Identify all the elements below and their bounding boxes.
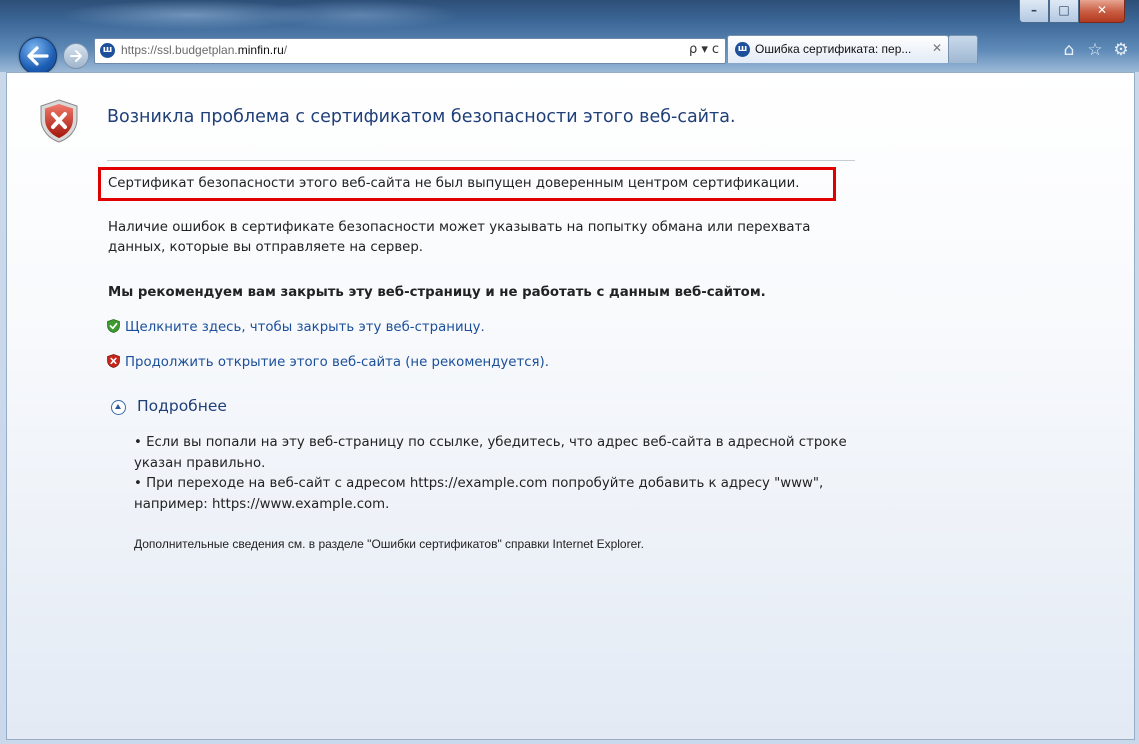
window-controls: – □ ✕ (1019, 0, 1125, 24)
recommendation-text: Мы рекомендуем вам закрыть эту веб-стран… (108, 285, 766, 300)
browser-tools: ⌂ ☆ ⚙ (1059, 40, 1131, 60)
dropdown-icon[interactable]: ▾ (701, 42, 708, 57)
address-bar[interactable]: ш https://ssl.budgetplan.minfin.ru/ ρ ▾ ᴄ (94, 38, 726, 64)
tab-label: Ошибка сертификата: пер... (755, 42, 912, 56)
url-text[interactable]: https://ssl.budgetplan.minfin.ru/ (121, 43, 287, 57)
details-label: Подробнее (137, 397, 227, 415)
continue-to-site-link[interactable]: Продолжить открытие этого веб-сайта (не … (125, 355, 549, 370)
shield-error-icon (107, 354, 120, 368)
close-page-link[interactable]: Щелкните здесь, чтобы закрыть эту веб-ст… (125, 320, 485, 335)
list-item: • Если вы попали на эту веб-страницу по … (134, 435, 847, 471)
details-list: • Если вы попали на эту веб-страницу по … (134, 433, 854, 515)
cert-error-message: Сертификат безопасности этого веб-сайта … (108, 176, 800, 191)
new-tab-button[interactable] (948, 35, 978, 63)
tab-certificate-error[interactable]: ш Ошибка сертификата: пер... ✕ (727, 35, 949, 63)
collapse-circle-icon (111, 400, 126, 415)
tab-close-icon[interactable]: ✕ (932, 41, 942, 55)
back-arrow-icon (27, 46, 49, 66)
minimize-button[interactable]: – (1019, 0, 1049, 23)
url-host: minfin.ru (237, 43, 284, 57)
list-item: • При переходе на веб-сайт с адресом htt… (134, 476, 824, 512)
refresh-icon[interactable]: ᴄ (712, 42, 719, 57)
titlebar-glow (260, 0, 460, 30)
page-title: Возникла проблема с сертификатом безопас… (107, 107, 736, 127)
settings-gear-icon[interactable]: ⚙ (1111, 40, 1131, 60)
site-favicon-icon: ш (100, 43, 115, 58)
tab-favicon-icon: ш (735, 42, 750, 57)
shield-check-icon (107, 319, 120, 333)
maximize-button[interactable]: □ (1049, 0, 1079, 23)
url-prefix: https://ssl.budgetplan. (121, 43, 238, 57)
back-button[interactable] (19, 37, 57, 75)
shield-error-icon (40, 99, 78, 143)
home-icon[interactable]: ⌂ (1059, 40, 1079, 60)
url-suffix: / (283, 43, 288, 57)
help-footnote: Дополнительные сведения см. в разделе "О… (134, 537, 644, 551)
address-tools: ρ ▾ ᴄ (685, 42, 719, 57)
search-icon[interactable]: ρ (689, 42, 697, 57)
favorites-icon[interactable]: ☆ (1085, 40, 1105, 60)
divider (107, 160, 855, 161)
page-content: Возникла проблема с сертификатом безопас… (6, 72, 1135, 740)
warning-text: Наличие ошибок в сертификате безопасност… (108, 220, 811, 255)
close-window-button[interactable]: ✕ (1079, 0, 1125, 23)
forward-arrow-icon (70, 50, 82, 62)
forward-button[interactable] (63, 43, 89, 69)
